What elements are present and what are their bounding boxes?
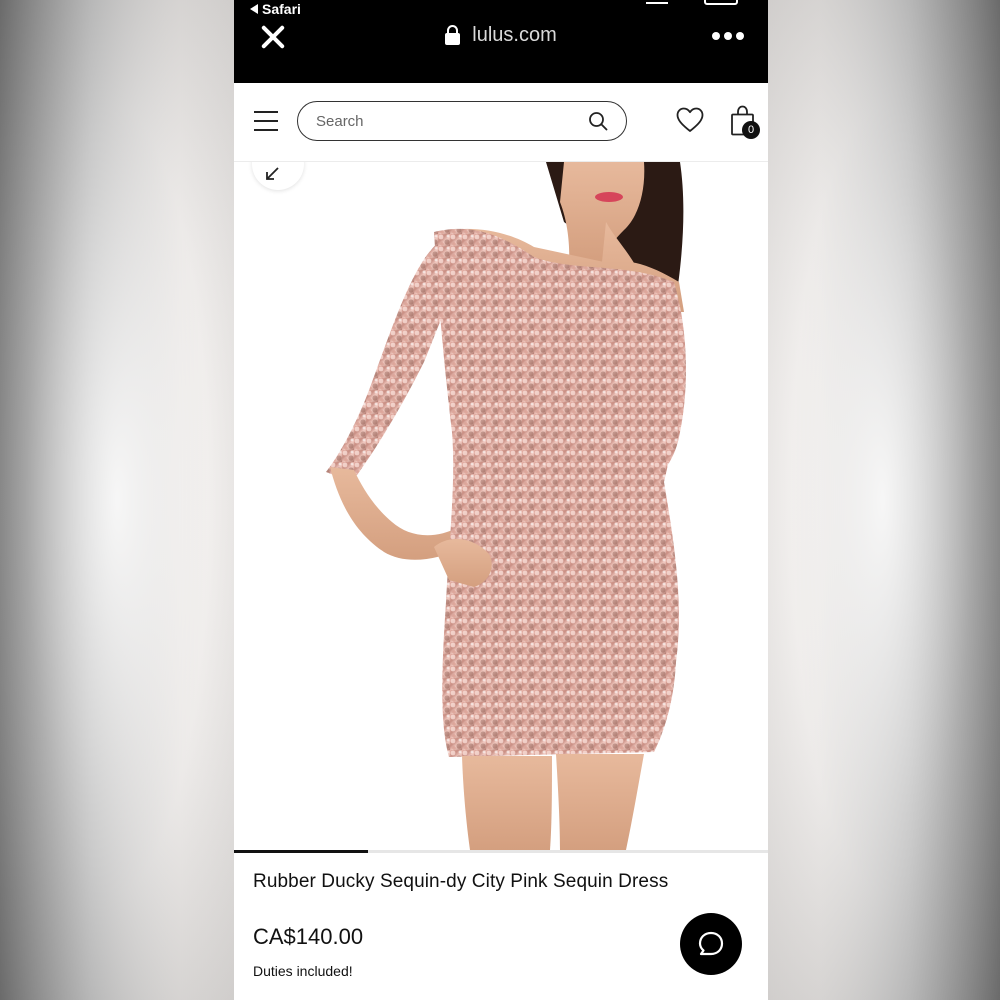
battery-icon [704,0,738,5]
url-text: lulus.com [472,24,557,46]
phone-screen: Safari lulus.com Search 0 Rubber Ducky S… [234,0,768,1000]
product-image[interactable] [234,162,768,850]
back-to-app-link[interactable]: Safari [250,1,301,17]
more-icon[interactable] [712,32,744,40]
heart-icon[interactable] [676,107,704,133]
product-photo [326,162,686,850]
chat-button[interactable] [680,913,742,975]
back-arrow-icon [250,4,258,14]
back-app-label: Safari [262,1,301,17]
search-icon[interactable] [588,111,608,131]
status-indicators [638,0,738,5]
product-title: Rubber Ducky Sequin-dy City Pink Sequin … [253,871,669,892]
collapse-arrow-icon [266,167,279,180]
background-blur-left [0,0,234,1000]
site-header: 0 [234,83,768,162]
chat-bubble-icon [698,931,724,956]
cart-count-badge: 0 [742,121,760,139]
browser-bar: Safari lulus.com [234,0,768,83]
image-carousel-progress-track [234,850,768,853]
search-input[interactable] [316,110,576,132]
image-carousel-progress [234,850,368,853]
signal-icon [646,0,668,4]
product-price: CA$140.00 [253,924,364,949]
address-bar[interactable]: lulus.com [234,24,768,47]
lock-icon [445,25,461,46]
hamburger-menu-icon[interactable] [254,111,278,131]
background-blur-right [766,0,1000,1000]
search-bar[interactable] [297,101,627,141]
duties-note: Duties included! [253,963,353,979]
